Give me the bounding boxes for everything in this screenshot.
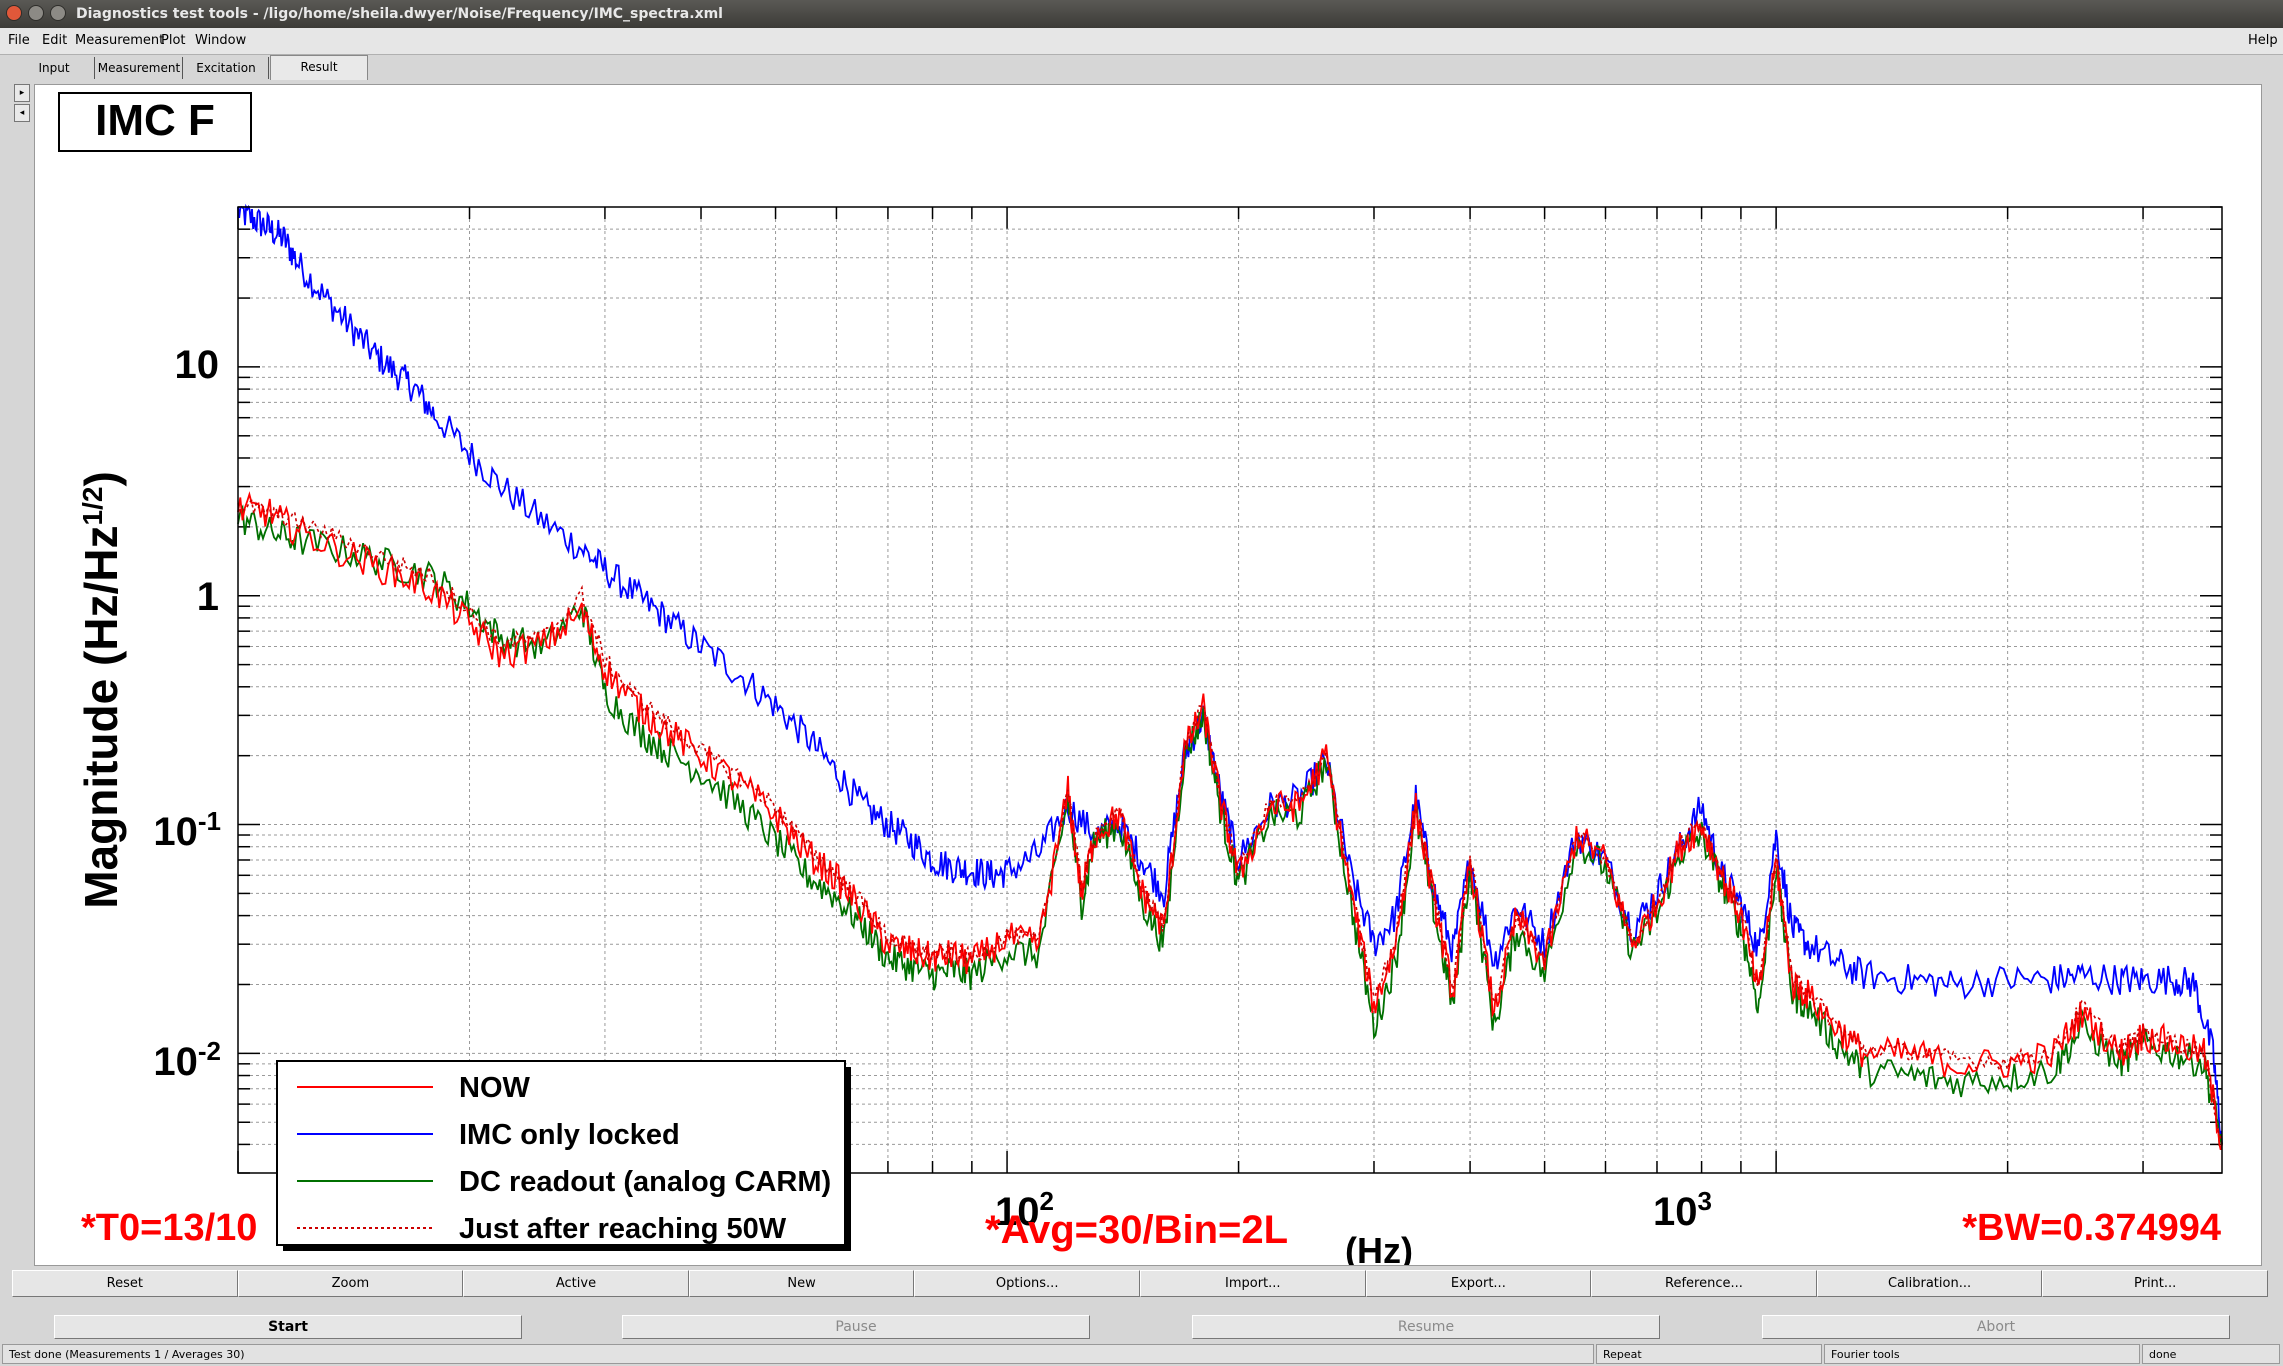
pad-selector: ▸ ◂ bbox=[14, 84, 30, 122]
zoom-button[interactable]: Zoom bbox=[237, 1270, 464, 1297]
tab-input[interactable]: Input bbox=[14, 57, 95, 79]
print-button[interactable]: Print... bbox=[2042, 1270, 2268, 1297]
plot-frame bbox=[237, 206, 2223, 1174]
status-state: done bbox=[2142, 1344, 2280, 1364]
info-avg: *Avg=30/Bin=2L bbox=[985, 1208, 1288, 1252]
legend-label: Just after reaching 50W bbox=[459, 1213, 787, 1245]
abort-button[interactable]: Abort bbox=[1762, 1315, 2230, 1339]
menu-bar: File Edit Measurement Plot Window Help bbox=[0, 28, 2283, 55]
measurement-control-row: Start Pause Resume Abort bbox=[0, 1311, 2283, 1341]
pad-prev-button[interactable]: ◂ bbox=[14, 104, 30, 122]
pad-next-button[interactable]: ▸ bbox=[14, 84, 30, 102]
plot-panel: IMC F Magnitude (Hz/Hz1/2) 10 1 10-1 10-… bbox=[34, 84, 2262, 1271]
status-bar: Test done (Measurements 1 / Averages 30)… bbox=[0, 1343, 2283, 1366]
menu-measurement[interactable]: Measurement bbox=[75, 28, 164, 54]
status-repeat: Repeat bbox=[1596, 1344, 1822, 1364]
export-button[interactable]: Export... bbox=[1365, 1270, 1592, 1297]
active-button[interactable]: Active bbox=[463, 1270, 689, 1297]
new-button[interactable]: New bbox=[688, 1270, 915, 1297]
y-axis-label: Magnitude (Hz/Hz1/2) bbox=[75, 471, 127, 909]
menu-plot[interactable]: Plot bbox=[161, 28, 186, 54]
tab-measurement[interactable]: Measurement bbox=[96, 57, 183, 79]
menu-help[interactable]: Help bbox=[2248, 28, 2278, 54]
status-tool: Fourier tools bbox=[1824, 1344, 2140, 1364]
tab-result[interactable]: Result bbox=[270, 55, 368, 80]
plot-button-row: Reset Zoom Active New Options... Import.… bbox=[12, 1270, 2268, 1297]
close-window-button[interactable] bbox=[6, 5, 22, 21]
tab-bar: Input Measurement Excitation Result bbox=[0, 55, 2283, 81]
legend-label: NOW bbox=[459, 1072, 531, 1104]
calibration-button[interactable]: Calibration... bbox=[1816, 1270, 2043, 1297]
window-controls bbox=[6, 5, 66, 21]
series-line-imc-only-locked bbox=[237, 203, 2223, 1145]
start-button[interactable]: Start bbox=[54, 1315, 522, 1339]
info-bw: *BW=0.374994 bbox=[1962, 1207, 2221, 1249]
maximize-window-button[interactable] bbox=[50, 5, 66, 21]
info-t0: *T0=13/10 bbox=[81, 1207, 257, 1249]
series-line-now bbox=[237, 491, 2223, 1151]
spectrum-chart[interactable]: IMC F Magnitude (Hz/Hz1/2) 10 1 10-1 10-… bbox=[35, 85, 2261, 1271]
options-button[interactable]: Options... bbox=[914, 1270, 1140, 1297]
series-layer bbox=[237, 203, 2223, 1151]
plot-title: IMC F bbox=[95, 96, 215, 145]
window-title: Diagnostics test tools - /ligo/home/shei… bbox=[76, 6, 723, 22]
minimize-window-button[interactable] bbox=[28, 5, 44, 21]
legend-label: IMC only locked bbox=[459, 1119, 680, 1151]
import-button[interactable]: Import... bbox=[1139, 1270, 1366, 1297]
y-tick-label-1: 1 bbox=[197, 575, 219, 619]
tab-excitation[interactable]: Excitation bbox=[184, 57, 269, 79]
reference-button[interactable]: Reference... bbox=[1591, 1270, 1817, 1297]
y-tick-label-10: 10 bbox=[175, 343, 220, 387]
window-titlebar: Diagnostics test tools - /ligo/home/shei… bbox=[0, 0, 2283, 28]
reset-button[interactable]: Reset bbox=[12, 1270, 238, 1297]
menu-window[interactable]: Window bbox=[195, 28, 246, 54]
grid-layer bbox=[237, 206, 2222, 1174]
menu-file[interactable]: File bbox=[8, 28, 30, 54]
menu-edit[interactable]: Edit bbox=[42, 28, 67, 54]
y-tick-label-0.01: 10-2 bbox=[153, 1036, 221, 1084]
x-axis-label: (Hz) bbox=[1345, 1230, 1413, 1265]
legend-label: DC readout (analog CARM) bbox=[459, 1166, 831, 1198]
status-message: Test done (Measurements 1 / Averages 30) bbox=[2, 1344, 1594, 1364]
pause-button[interactable]: Pause bbox=[622, 1315, 1090, 1339]
legend[interactable]: NOW IMC only locked DC readout (analog CAR… bbox=[276, 1060, 851, 1251]
resume-button[interactable]: Resume bbox=[1192, 1315, 1660, 1339]
y-tick-label-0.1: 10-1 bbox=[153, 806, 221, 854]
x-tick-label-1000: 103 bbox=[1653, 1186, 1712, 1234]
